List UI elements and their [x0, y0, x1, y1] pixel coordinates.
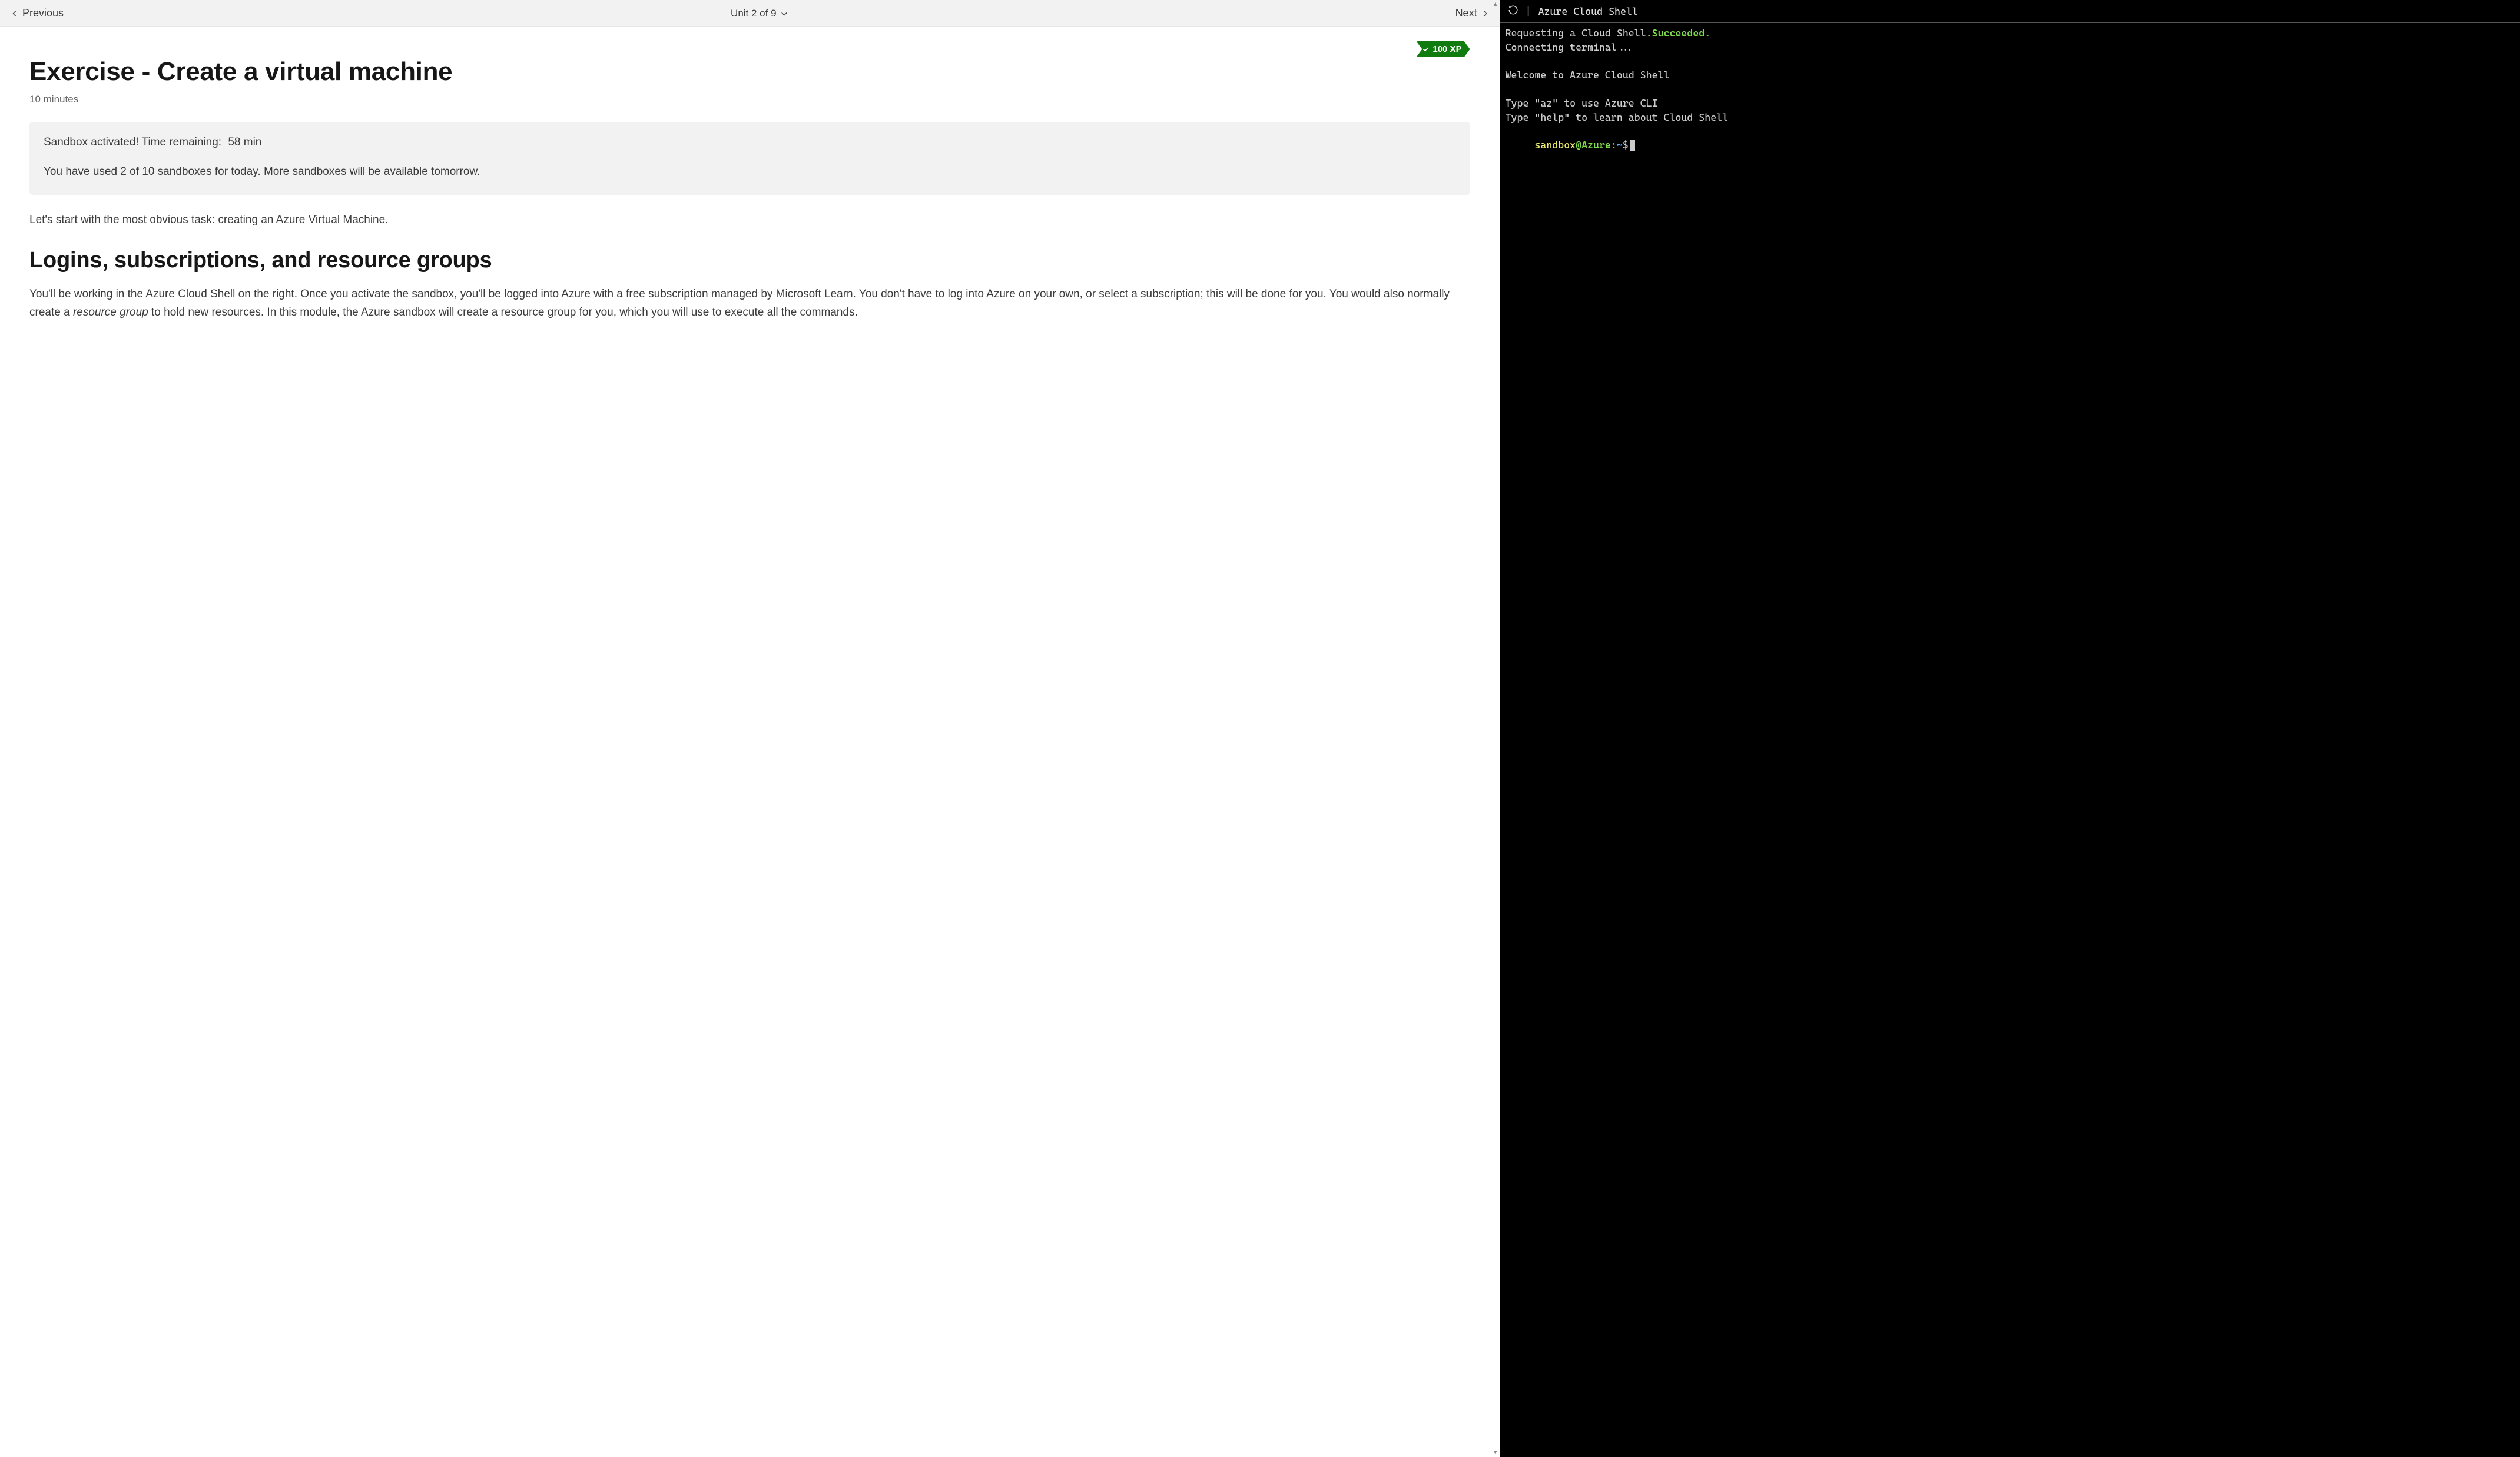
terminal-cursor: [1630, 140, 1635, 151]
xp-text: 100 XP: [1433, 44, 1461, 54]
chevron-left-icon: [11, 9, 19, 18]
previous-label: Previous: [22, 7, 64, 19]
sandbox-activated-prefix: Sandbox activated! Time remaining:: [44, 136, 221, 148]
section-body-after: to hold new resources. In this module, t…: [148, 306, 858, 318]
term-line-request: Requesting a Cloud Shell.Succeeded.: [1506, 27, 1711, 39]
terminal-prompt: sandbox@Azure:~$: [1506, 139, 1635, 151]
reading-duration: 10 minutes: [29, 94, 1470, 105]
scroll-up-hint[interactable]: ▲: [1493, 1, 1498, 8]
scroll-down-hint[interactable]: ▼: [1493, 1449, 1498, 1456]
chevron-right-icon: [1481, 9, 1489, 18]
term-line-tip2: Type "help" to learn about Cloud Shell: [1506, 111, 1729, 123]
reload-button[interactable]: [1508, 5, 1518, 18]
cloud-shell-header: | Azure Cloud Shell: [1500, 0, 2520, 23]
next-label: Next: [1455, 7, 1477, 19]
header-separator: |: [1526, 5, 1531, 17]
sandbox-usage-line: You have used 2 of 10 sandboxes for toda…: [44, 163, 1456, 181]
prompt-colon: :: [1611, 139, 1617, 151]
section-body: You'll be working in the Azure Cloud She…: [29, 286, 1470, 321]
cloud-shell-panel: | Azure Cloud Shell Requesting a Cloud S…: [1500, 0, 2520, 1457]
content-scroll-area[interactable]: 100 XP Exercise - Create a virtual machi…: [0, 27, 1500, 1457]
unit-nav-bar: Previous Unit 2 of 9 Next: [0, 0, 1500, 27]
xp-badge: 100 XP: [1416, 41, 1470, 57]
unit-indicator-text: Unit 2 of 9: [731, 8, 777, 19]
prompt-path: ~: [1617, 139, 1623, 151]
section-heading: Logins, subscriptions, and resource grou…: [29, 246, 1470, 275]
sandbox-time-remaining: 58 min: [227, 136, 263, 150]
sandbox-status-box: Sandbox activated! Time remaining: 58 mi…: [29, 122, 1470, 195]
terminal-body[interactable]: Requesting a Cloud Shell.Succeeded. Conn…: [1500, 23, 2520, 1457]
chevron-down-icon: [780, 9, 788, 18]
prompt-host: @Azure: [1576, 139, 1611, 151]
unit-selector[interactable]: Unit 2 of 9: [731, 8, 788, 19]
next-button[interactable]: Next: [1455, 7, 1489, 19]
cloud-shell-title: Azure Cloud Shell: [1538, 5, 1638, 17]
reload-icon: [1508, 5, 1518, 15]
term-line-connecting: Connecting terminal...: [1506, 41, 1634, 53]
sandbox-activated-line: Sandbox activated! Time remaining: 58 mi…: [44, 136, 1456, 149]
page-title: Exercise - Create a virtual machine: [29, 55, 1470, 88]
section-body-em: resource group: [73, 306, 148, 318]
term-line-tip1: Type "az" to use Azure CLI: [1506, 97, 1658, 109]
learn-content-panel: Previous Unit 2 of 9 Next ▲ 100 XP Exerc…: [0, 0, 1500, 1457]
term-line-welcome: Welcome to Azure Cloud Shell: [1506, 69, 1670, 81]
previous-button[interactable]: Previous: [11, 7, 64, 19]
checkmark-icon: [1422, 45, 1430, 53]
prompt-user: sandbox: [1534, 139, 1576, 151]
intro-paragraph: Let's start with the most obvious task: …: [29, 211, 1470, 229]
prompt-symbol: $: [1623, 139, 1629, 151]
